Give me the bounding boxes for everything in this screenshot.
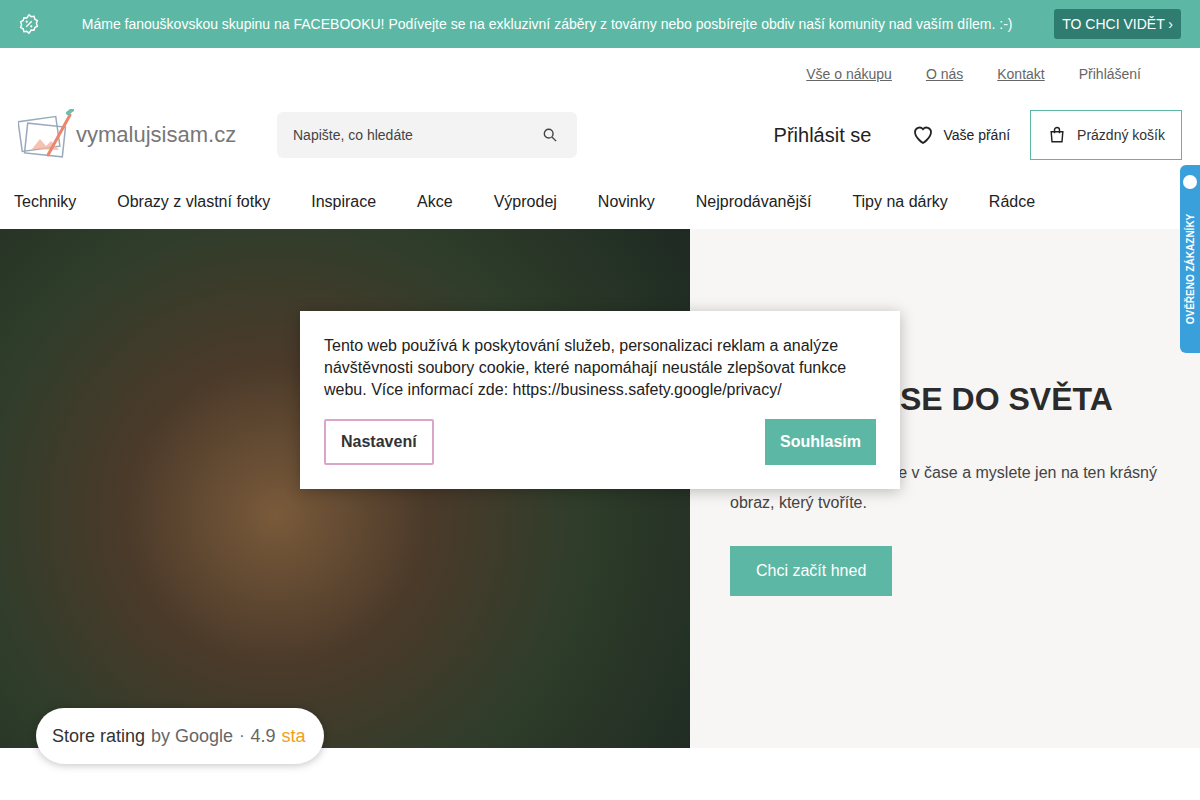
cookie-text: Tento web používá k poskytování služeb, … [324,335,876,401]
nav-item[interactable]: Nejprodávanější [696,193,812,211]
login-link[interactable]: Přihlásit se [774,124,872,147]
nav-item[interactable]: Inspirace [311,193,376,211]
cart-button[interactable]: Prázdný košík [1030,110,1182,160]
verified-badge[interactable]: OVĚŘENO ZÁKAZNÍKY [1180,165,1200,353]
banner-button[interactable]: TO CHCI VIDĚT › [1054,9,1181,39]
top-link[interactable]: Kontakt [997,66,1044,96]
hero-heading: SE DO SVĚTA [900,381,1170,418]
store-rating[interactable]: Store ratingby Google·4.9sta [36,708,324,764]
top-link[interactable]: O nás [926,66,963,96]
cookie-dialog: Tento web používá k poskytování služeb, … [300,311,900,489]
nav-item[interactable]: Tipy na dárky [852,193,947,211]
nav-item[interactable]: Techniky [14,193,76,211]
top-link[interactable]: Přihlášení [1079,66,1141,96]
nav-item[interactable]: Obrazy z vlastní fotky [117,193,270,211]
star-icon: sta [281,726,305,747]
promo-banner: Máme fanouškovskou skupinu na FACEBOOKU!… [0,0,1200,48]
page: Máme fanouškovskou skupinu na FACEBOOKU!… [0,0,1200,800]
header: vymalujsisam.cz Napište, co hledáte Přihlá… [0,96,1200,174]
cookie-button[interactable]: Nastavení [324,419,434,465]
main-nav: Techniky Obrazy z vlastní fotky Inspirace A… [0,174,1200,229]
heart-icon [911,123,935,147]
nav-item[interactable]: Novinky [598,193,655,211]
bag-icon [1047,125,1067,145]
seal-icon [1183,175,1197,189]
top-link[interactable]: Vše o nákupu [806,66,892,96]
arrow-icon: › [1168,16,1173,32]
wishlist-link[interactable]: Vaše přání [911,123,1010,147]
search-field[interactable]: Napište, co hledáte [277,112,577,158]
hero-button[interactable]: Chci začít hned [730,546,892,596]
cookie-button[interactable]: Souhlasím [765,419,876,465]
top-links: Vše o nákupu O nás Kontakt Přihlášení [0,48,1200,96]
palette-icon [18,109,74,161]
search-icon[interactable] [543,128,557,142]
logo[interactable]: vymalujsisam.cz [18,109,258,161]
nav-item[interactable]: Výprodej [494,193,557,211]
nav-item[interactable]: Rádce [989,193,1035,211]
banner-text: Máme fanouškovskou skupinu na FACEBOOKU!… [60,16,1034,32]
nav-item[interactable]: Akce [417,193,453,211]
discount-icon [18,13,40,35]
